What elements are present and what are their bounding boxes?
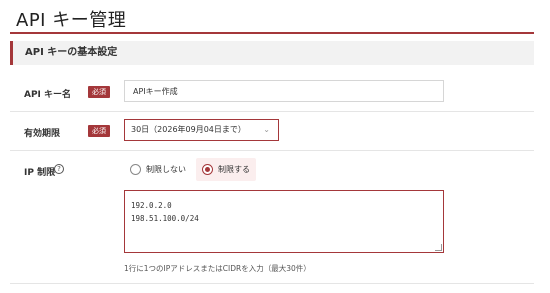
ip-line: 192.0.2.0 [131,201,172,210]
title-divider [10,32,534,34]
radio-no-restriction[interactable]: 制限しない [124,158,192,181]
required-badge: 必須 [88,125,110,137]
radio-restrict[interactable]: 制限する [196,158,256,181]
ip-list-textarea[interactable]: 192.0.2.0 198.51.100.0/24 [124,190,444,253]
page-title: API キー管理 [16,10,127,31]
question-circle-icon[interactable]: ? [54,164,64,174]
row-divider [10,283,534,284]
api-key-name-input[interactable] [124,80,444,102]
chevron-down-icon: ⌄ [263,125,270,134]
radio-circle-icon [130,164,141,175]
radio-label: 制限しない [146,165,186,174]
ip-restriction-label: IP 制限 [24,168,56,178]
ip-line: 198.51.100.0/24 [131,214,199,223]
expiry-label: 有効期限 [24,129,61,139]
expiry-select-value: 30日（2026年09月04日まで） [131,125,246,134]
expiry-select[interactable]: 30日（2026年09月04日まで） ⌄ [124,119,279,141]
api-key-settings-page: API キー管理 API キーの基本設定 API キー名 必須 有効期限 必須 … [0,0,550,293]
resize-handle-icon[interactable] [435,244,442,251]
radio-circle-checked-icon [202,164,213,175]
required-badge: 必須 [88,86,110,98]
row-divider [10,150,534,151]
ip-input-hint: 1行に1つのIPアドレスまたはCIDRを入力（最大30件） [124,264,311,273]
api-key-name-label: API キー名 [24,90,72,100]
row-divider [10,111,534,112]
radio-label: 制限する [218,165,250,174]
section-header: API キーの基本設定 [10,41,534,65]
